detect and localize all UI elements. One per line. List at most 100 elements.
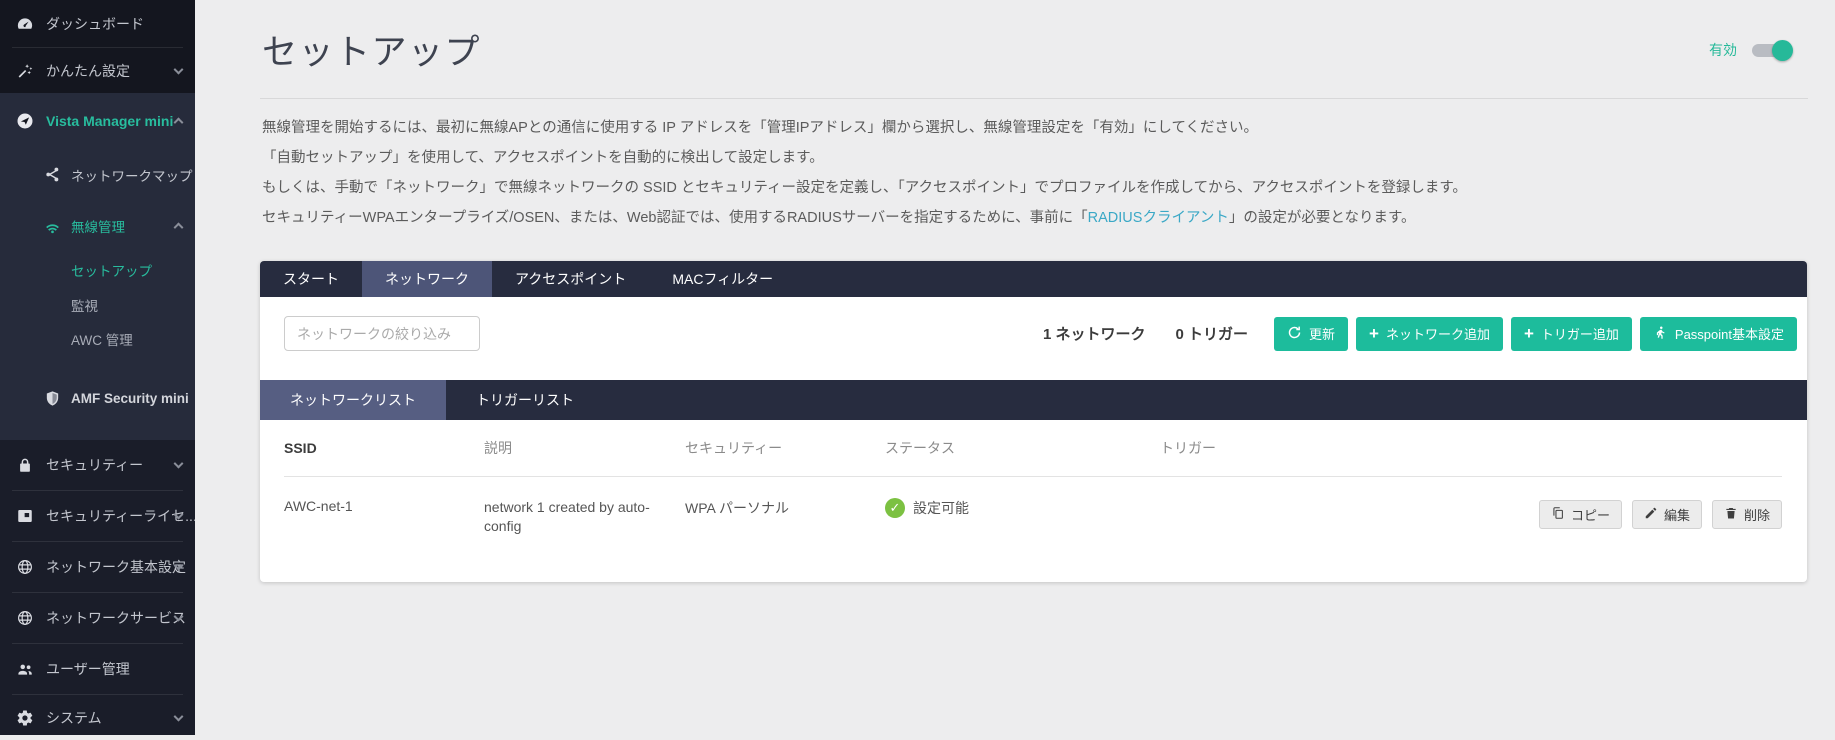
wireless-enabled-toggle[interactable] bbox=[1752, 39, 1793, 61]
edit-button-label: 編集 bbox=[1663, 508, 1690, 523]
status-badge: 設定可能 bbox=[913, 500, 969, 516]
add-network-button-label: ネットワーク追加 bbox=[1385, 327, 1490, 342]
intro-text: 無線管理を開始するには、最初に無線APとの通信に使用する IP アドレスを「管理… bbox=[262, 113, 1808, 233]
subtab-network-list[interactable]: ネットワークリスト bbox=[260, 380, 446, 420]
sidebar-item-label: AWC 管理 bbox=[71, 333, 133, 348]
sidebar-item-label: ネットワークマップ bbox=[71, 168, 193, 184]
copy-icon bbox=[1551, 506, 1565, 523]
refresh-button[interactable]: 更新 bbox=[1273, 316, 1348, 351]
intro-line-4: セキュリティーWPAエンタープライズ/OSEN、または、Web認証では、使用する… bbox=[262, 203, 1808, 233]
cell-security: WPA パーソナル bbox=[685, 500, 789, 516]
divider bbox=[260, 98, 1808, 99]
network-table: SSID 説明 セキュリティー ステータス トリガー AWC-net-1 net… bbox=[260, 420, 1807, 556]
trigger-count: 0 トリガー bbox=[1175, 326, 1248, 343]
sidebar-item-label: Vista Manager mini bbox=[46, 112, 174, 129]
sidebar-item-label: ネットワーク基本設定 bbox=[46, 559, 186, 575]
passpoint-settings-button[interactable]: Passpoint基本設定 bbox=[1639, 316, 1797, 351]
cell-ssid: AWC-net-1 bbox=[284, 498, 353, 514]
sidebar-item-easy-setup[interactable]: かんたん設定 bbox=[0, 48, 195, 93]
intro-line-3: もしくは、手動で「ネットワーク」で無線ネットワークの SSID とセキュリティー… bbox=[262, 180, 1467, 196]
sidebar-item-wireless-management[interactable]: 無線管理 bbox=[0, 201, 195, 251]
vista-manager-icon bbox=[15, 111, 35, 131]
row-actions: コピー 編集 削除 bbox=[1538, 498, 1782, 529]
sidebar-item-security[interactable]: セキュリティー bbox=[0, 440, 195, 490]
sidebar-item-awc-management[interactable]: AWC 管理 bbox=[0, 322, 195, 356]
radius-client-link[interactable]: RADIUSクライアント bbox=[1088, 210, 1229, 226]
sidebar-item-user-management[interactable]: ユーザー管理 bbox=[0, 644, 195, 694]
sidebar-item-label: セキュリティー bbox=[46, 457, 144, 473]
sidebar-item-vista-manager-mini[interactable]: Vista Manager mini bbox=[0, 93, 195, 148]
main-content: セットアップ 有効 無線管理を開始するには、最初に無線APとの通信に使用する I… bbox=[195, 0, 1835, 735]
sidebar-item-security-license[interactable]: セキュリティーライセ... bbox=[0, 491, 195, 541]
intro-line-4-after: 」の設定が必要となります。 bbox=[1228, 210, 1416, 226]
license-card-icon bbox=[15, 506, 35, 526]
column-header-ssid: SSID bbox=[284, 440, 317, 456]
sidebar-item-amf-security-mini[interactable]: AMF Security mini bbox=[0, 356, 195, 440]
status-check-icon: ✓ bbox=[885, 498, 905, 518]
page-title: セットアップ bbox=[262, 33, 482, 72]
intro-line-2: 「自動セットアップ」を使用して、アクセスポイントを自動的に検出して設定します。 bbox=[262, 150, 824, 166]
add-trigger-button[interactable]: + トリガー追加 bbox=[1510, 316, 1632, 351]
share-network-icon bbox=[43, 166, 61, 184]
cell-status: ✓ 設定可能 bbox=[885, 498, 1160, 518]
sidebar-lower-section: セキュリティー セキュリティーライセ... ネットワーク基本設定 ネットワークサ… bbox=[0, 440, 195, 740]
column-header-security: セキュリティー bbox=[685, 440, 783, 456]
sidebar-item-network-basic-settings[interactable]: ネットワーク基本設定 bbox=[0, 542, 195, 592]
network-filter-input[interactable] bbox=[284, 316, 480, 351]
gear-icon bbox=[15, 708, 35, 728]
dashboard-gauge-icon bbox=[15, 14, 35, 34]
cell-description: network 1 created by auto-config bbox=[484, 499, 650, 534]
sidebar-item-label: AMF Security mini bbox=[71, 390, 189, 406]
sub-tab-bar: ネットワークリスト トリガーリスト bbox=[260, 380, 1807, 420]
sidebar-item-monitoring[interactable]: 監視 bbox=[0, 288, 195, 322]
chevron-down-icon bbox=[173, 458, 184, 469]
wifi-icon bbox=[43, 217, 61, 235]
magic-wand-icon bbox=[15, 61, 35, 81]
sidebar-item-label: ダッシュボード bbox=[46, 15, 144, 32]
tab-start[interactable]: スタート bbox=[260, 261, 362, 297]
sidebar-item-label: 無線管理 bbox=[71, 220, 125, 235]
wireless-enable-control: 有効 bbox=[1709, 39, 1793, 61]
sidebar-item-dashboard[interactable]: ダッシュボード bbox=[0, 0, 195, 47]
sidebar-item-label: ネットワークサービス bbox=[46, 610, 186, 626]
subtab-trigger-list[interactable]: トリガーリスト bbox=[446, 380, 604, 420]
plus-icon: + bbox=[1369, 324, 1379, 343]
toggle-knob bbox=[1772, 39, 1793, 61]
sidebar: ダッシュボード かんたん設定 Vista Manager mini ネットワーク… bbox=[0, 0, 195, 735]
refresh-button-label: 更新 bbox=[1308, 327, 1335, 342]
tab-network[interactable]: ネットワーク bbox=[362, 261, 492, 297]
table-header-row: SSID 説明 セキュリティー ステータス トリガー bbox=[284, 420, 1782, 477]
passpoint-walk-icon bbox=[1653, 325, 1668, 343]
delete-button[interactable]: 削除 bbox=[1711, 500, 1782, 529]
chevron-up-icon bbox=[173, 116, 184, 127]
passpoint-button-label: Passpoint基本設定 bbox=[1674, 327, 1784, 342]
trash-icon bbox=[1724, 506, 1738, 523]
toolbar: 1 ネットワーク 0 トリガー 更新 + ネットワーク追加 + トリガー追加 bbox=[260, 297, 1807, 380]
delete-button-label: 削除 bbox=[1743, 508, 1770, 523]
globe-icon bbox=[15, 608, 35, 628]
shield-icon bbox=[43, 389, 61, 407]
sidebar-item-label: セキュリティーライセ... bbox=[46, 508, 195, 524]
sidebar-item-system[interactable]: システム bbox=[0, 695, 195, 740]
sidebar-item-network-map[interactable]: ネットワークマップ bbox=[0, 148, 195, 201]
sidebar-vista-group: Vista Manager mini ネットワークマップ 無線管理 セットアップ… bbox=[0, 93, 195, 440]
sidebar-top-section: ダッシュボード かんたん設定 bbox=[0, 0, 195, 93]
edit-button[interactable]: 編集 bbox=[1631, 500, 1702, 529]
sidebar-item-label: システム bbox=[46, 709, 102, 726]
column-header-trigger: トリガー bbox=[1160, 440, 1216, 456]
enabled-label: 有効 bbox=[1709, 42, 1737, 58]
intro-line-1: 無線管理を開始するには、最初に無線APとの通信に使用する IP アドレスを「管理… bbox=[262, 120, 1259, 136]
copy-button[interactable]: コピー bbox=[1538, 500, 1622, 529]
pencil-icon bbox=[1644, 506, 1658, 523]
add-network-button[interactable]: + ネットワーク追加 bbox=[1356, 316, 1503, 351]
column-header-description: 説明 bbox=[484, 439, 512, 456]
copy-button-label: コピー bbox=[1570, 508, 1610, 523]
column-header-status: ステータス bbox=[885, 440, 955, 456]
sidebar-item-network-services[interactable]: ネットワークサービス bbox=[0, 593, 195, 643]
sidebar-item-setup[interactable]: セットアップ bbox=[0, 251, 195, 288]
tab-access-point[interactable]: アクセスポイント bbox=[492, 261, 649, 297]
globe-icon bbox=[15, 557, 35, 577]
tab-bar: スタート ネットワーク アクセスポイント MACフィルター bbox=[260, 261, 1807, 297]
tab-mac-filter[interactable]: MACフィルター bbox=[649, 261, 796, 297]
users-icon bbox=[15, 659, 35, 679]
